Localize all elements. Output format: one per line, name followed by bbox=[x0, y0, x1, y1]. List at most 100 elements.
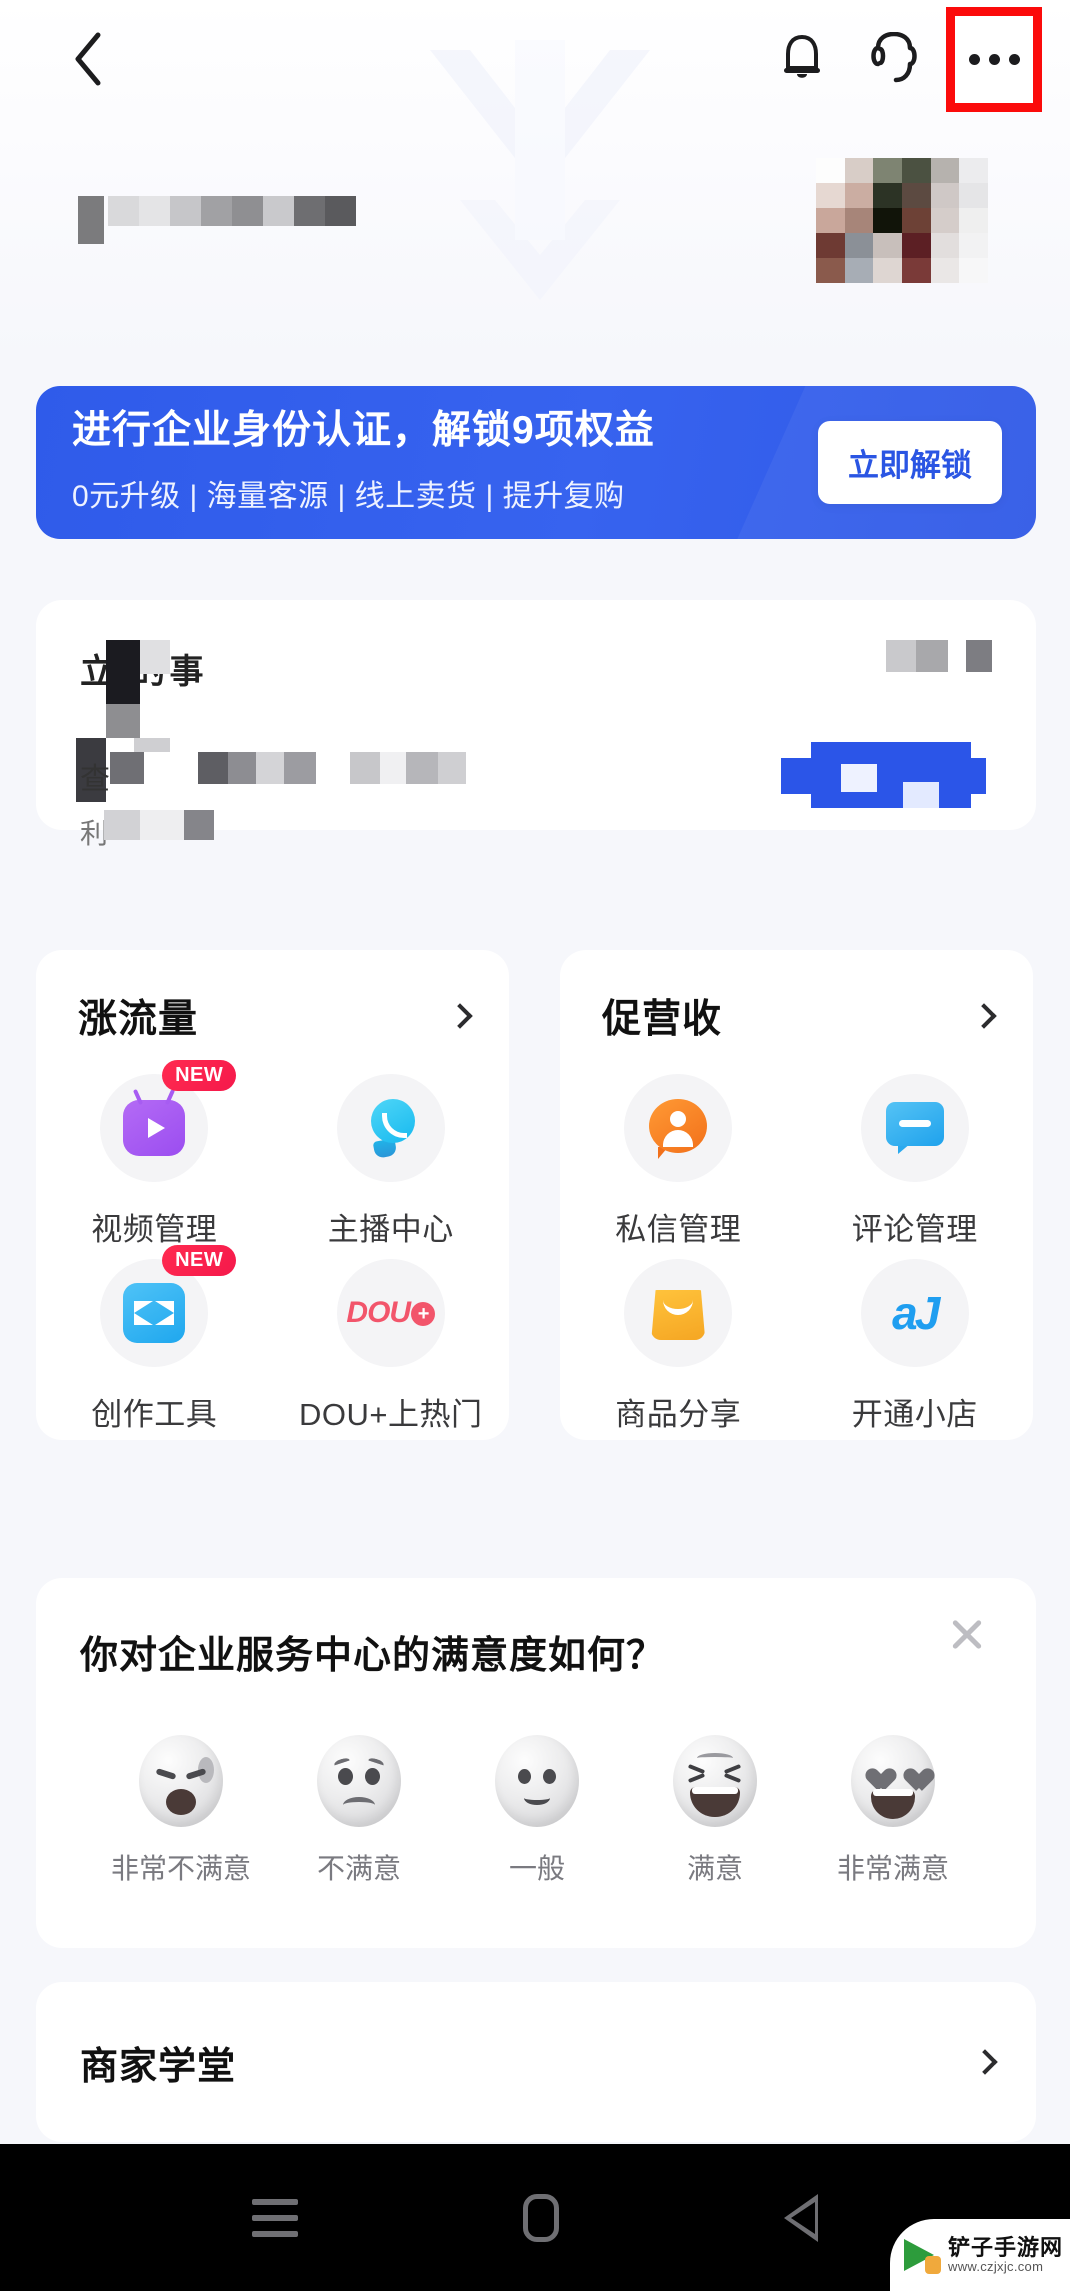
survey-option-label: 一般 bbox=[508, 1853, 565, 1884]
ellipsis-icon bbox=[968, 53, 1020, 65]
survey-question: 你对企业服务中心的满意度如何？ bbox=[80, 1635, 666, 1677]
neutral-face-icon bbox=[495, 1735, 579, 1827]
survey-option-dissatisfied[interactable]: 不满意 bbox=[274, 1735, 444, 1887]
redacted-blue-button[interactable] bbox=[781, 742, 986, 808]
feature-label: 商品分享 bbox=[615, 1397, 742, 1432]
survey-option-label: 满意 bbox=[686, 1853, 743, 1884]
traffic-growth-title: 涨流量 bbox=[78, 998, 199, 1041]
watermark-text: 铲子手游网 www.czjxjc.com bbox=[948, 2234, 1064, 2274]
satisfaction-survey-card: 你对企业服务中心的满意度如何？ 非常不满意 不满意 一般 满意 非常满意 bbox=[36, 1578, 1036, 1948]
feature-item-creation-tool[interactable]: NEW 创作工具 bbox=[36, 1245, 273, 1434]
app-screen: 进行企业身份认证，解锁9项权益 0元升级 | 海量客源 | 线上卖货 | 提升复… bbox=[0, 0, 1070, 2291]
profile-row[interactable] bbox=[0, 140, 1070, 310]
chevron-right-icon[interactable] bbox=[972, 2049, 998, 2075]
account-name-redacted bbox=[78, 196, 104, 244]
bell-icon bbox=[784, 35, 820, 78]
feature-label: 创作工具 bbox=[91, 1397, 218, 1432]
merchant-school-card[interactable]: 商家学堂 bbox=[36, 1982, 1036, 2142]
more-options-button[interactable] bbox=[946, 6, 1042, 112]
feature-label: 私信管理 bbox=[615, 1212, 742, 1247]
survey-option-label: 非常不满意 bbox=[110, 1853, 251, 1884]
chat-bubble-glyph bbox=[885, 1102, 944, 1154]
home-icon[interactable] bbox=[522, 2193, 559, 2242]
private-message-icon bbox=[624, 1074, 733, 1182]
traffic-growth-header[interactable]: 涨流量 bbox=[36, 984, 509, 1048]
revenue-boost-title: 促营收 bbox=[602, 998, 723, 1041]
revenue-boost-card: 促营收 私信管理 评论管理 商品分享 aJ 开通小店 bbox=[560, 950, 1033, 1440]
feature-item-anchor-center[interactable]: 主播中心 bbox=[273, 1074, 510, 1249]
feature-item-video-manage[interactable]: NEW 视频管理 bbox=[36, 1060, 273, 1249]
survey-option-neutral[interactable]: 一般 bbox=[452, 1735, 622, 1887]
product-share-icon bbox=[624, 1259, 733, 1367]
recents-icon[interactable] bbox=[252, 2198, 299, 2237]
feature-item-dou-plus[interactable]: DOU + DOU+上热门 bbox=[273, 1259, 510, 1434]
shop-glyph: aJ bbox=[892, 1287, 940, 1339]
redacted-line-3-blocks bbox=[104, 810, 214, 840]
survey-option-label: 不满意 bbox=[316, 1853, 401, 1884]
notifications-button[interactable] bbox=[756, 13, 848, 105]
survey-option-very-satisfied[interactable]: 非常满意 bbox=[808, 1735, 978, 1887]
close-icon[interactable] bbox=[946, 1614, 990, 1658]
customer-service-button[interactable] bbox=[848, 13, 940, 105]
feature-label: 视频管理 bbox=[91, 1212, 218, 1247]
very-satisfied-face-icon bbox=[851, 1735, 935, 1827]
chevron-left-icon bbox=[75, 32, 101, 86]
promo-subtitle: 0元升级 | 海量客源 | 线上卖货 | 提升复购 bbox=[72, 479, 625, 513]
satisfied-face-icon bbox=[673, 1735, 757, 1827]
feature-item-product-share[interactable]: 商品分享 bbox=[560, 1259, 797, 1434]
comment-manage-icon bbox=[860, 1074, 969, 1182]
watermark-site-url: www.czjxjc.com bbox=[948, 2258, 1044, 2274]
merchant-school-title: 商家学堂 bbox=[80, 2045, 237, 2088]
headset-icon bbox=[871, 32, 917, 83]
new-badge: NEW bbox=[162, 1060, 237, 1091]
dou-plus-glyph: DOU + bbox=[346, 1296, 436, 1330]
site-watermark: 铲子手游网 www.czjxjc.com bbox=[890, 2219, 1070, 2291]
very-dissatisfied-face-icon bbox=[139, 1735, 223, 1827]
dou-plus-icon: DOU + bbox=[336, 1259, 445, 1367]
profile-text bbox=[78, 140, 357, 244]
revenue-boost-grid: 私信管理 评论管理 商品分享 aJ 开通小店 bbox=[560, 1074, 1033, 1434]
feature-label: 开通小店 bbox=[851, 1397, 978, 1432]
enterprise-verification-banner[interactable]: 进行企业身份认证，解锁9项权益 0元升级 | 海量客源 | 线上卖货 | 提升复… bbox=[36, 386, 1036, 539]
watermark-logo-icon bbox=[902, 2235, 942, 2275]
redacted-line-2-blocks bbox=[110, 752, 466, 784]
tool-glyph bbox=[123, 1283, 186, 1343]
back-nav-icon[interactable] bbox=[783, 2193, 818, 2242]
video-glyph bbox=[123, 1100, 186, 1156]
dissatisfied-face-icon bbox=[317, 1735, 401, 1827]
video-manage-icon: NEW bbox=[100, 1060, 237, 1182]
feature-item-private-message[interactable]: 私信管理 bbox=[560, 1074, 797, 1249]
chevron-right-icon[interactable] bbox=[447, 1003, 473, 1029]
creation-tool-icon: NEW bbox=[100, 1245, 237, 1367]
open-shop-icon: aJ bbox=[860, 1259, 969, 1367]
feature-label: 主播中心 bbox=[327, 1212, 454, 1247]
feature-item-open-shop[interactable]: aJ 开通小店 bbox=[797, 1259, 1034, 1434]
redacted-right-value bbox=[886, 640, 992, 672]
revenue-boost-header[interactable]: 促营收 bbox=[560, 984, 1033, 1048]
anchor-center-icon bbox=[336, 1074, 445, 1182]
traffic-growth-grid: NEW 视频管理 主播中心 NEW 创作工具 DOU + DOU+上热门 bbox=[36, 1060, 510, 1434]
redacted-line-2-glyphs: 查 bbox=[80, 763, 110, 796]
unlock-now-button[interactable]: 立即解锁 bbox=[818, 421, 1002, 504]
feature-item-comment-manage[interactable]: 评论管理 bbox=[797, 1074, 1034, 1249]
new-badge: NEW bbox=[162, 1245, 237, 1276]
watermark-site-name: 铲子手游网 bbox=[948, 2234, 1064, 2260]
survey-option-label: 非常满意 bbox=[836, 1853, 949, 1884]
redacted-card-top-row: 立 的事 bbox=[76, 640, 992, 802]
shopping-bag-glyph bbox=[649, 1286, 707, 1340]
person-bubble-glyph bbox=[649, 1099, 708, 1159]
survey-option-very-dissatisfied[interactable]: 非常不满意 bbox=[96, 1735, 266, 1887]
nav-actions bbox=[756, 6, 1042, 112]
avatar[interactable] bbox=[816, 158, 988, 283]
survey-options: 非常不满意 不满意 一般 满意 非常满意 bbox=[80, 1735, 992, 1887]
redacted-info-card[interactable]: 立 的事 查 利 bbox=[36, 600, 1036, 849]
feature-label: DOU+上热门 bbox=[299, 1397, 483, 1432]
account-subtitle-redacted bbox=[108, 196, 357, 226]
microphone-glyph bbox=[362, 1099, 420, 1159]
survey-option-satisfied[interactable]: 满意 bbox=[630, 1735, 800, 1887]
promo-texts: 进行企业身份认证，解锁9项权益 0元升级 | 海量客源 | 线上卖货 | 提升复… bbox=[72, 409, 818, 515]
chevron-right-icon[interactable] bbox=[971, 1003, 997, 1029]
promo-title: 进行企业身份认证，解锁9项权益 bbox=[72, 409, 655, 453]
traffic-growth-card: 涨流量 NEW 视频管理 主播中心 NEW 创作工具 DOU + DOU+上热门 bbox=[36, 950, 509, 1440]
back-icon[interactable] bbox=[62, 28, 114, 90]
